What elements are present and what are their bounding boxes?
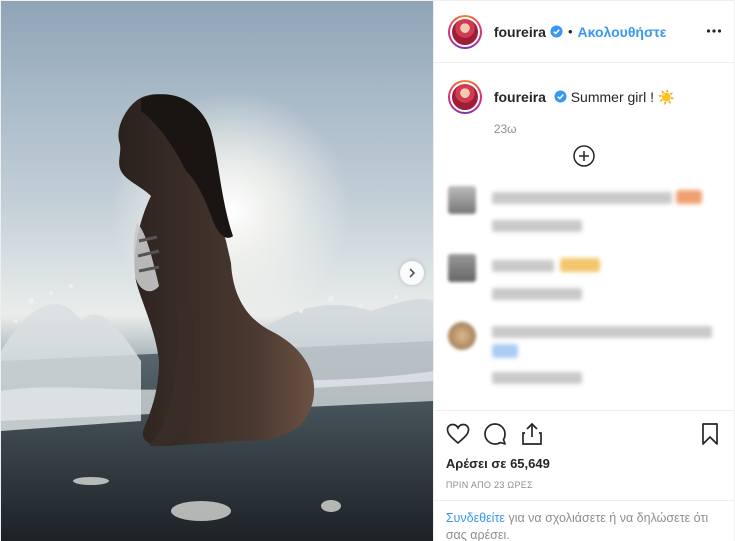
post-time-ago[interactable]: ΠΡΙΝ ΑΠΟ 23 ΩΡΕΣ bbox=[446, 480, 722, 490]
verified-badge-icon bbox=[550, 25, 563, 38]
comments-section: foureira Summer girl ! ☀️ 23ω bbox=[434, 64, 734, 410]
load-more-comments-button[interactable] bbox=[448, 144, 720, 168]
caption-row: foureira Summer girl ! ☀️ bbox=[447, 80, 720, 114]
verified-badge-icon bbox=[554, 90, 567, 103]
comment-icon[interactable] bbox=[483, 422, 507, 446]
likes-count[interactable]: Αρέσει σε 65,649 bbox=[446, 456, 722, 471]
actions-section: Αρέσει σε 65,649 ΠΡΙΝ ΑΠΟ 23 ΩΡΕΣ Συνδεθ… bbox=[433, 410, 734, 541]
load-more-plus-icon[interactable] bbox=[572, 144, 596, 168]
caption-username[interactable]: foureira bbox=[494, 89, 546, 105]
login-prompt: Συνδεθείτε για να σχολιάσετε ή να δηλώσε… bbox=[433, 500, 734, 541]
avatar[interactable] bbox=[447, 14, 482, 49]
login-link[interactable]: Συνδεθείτε bbox=[446, 511, 505, 525]
post-header: foureira • Ακολουθήστε bbox=[433, 1, 734, 63]
blurred-comment bbox=[447, 318, 720, 398]
post-photo[interactable] bbox=[1, 1, 433, 541]
next-photo-arrow-icon[interactable] bbox=[400, 261, 424, 285]
separator-dot: • bbox=[567, 24, 573, 39]
heart-icon[interactable] bbox=[446, 422, 470, 446]
caption-text: Summer girl ! ☀️ bbox=[570, 89, 676, 105]
caption: foureira Summer girl ! ☀️ bbox=[494, 80, 675, 106]
beach-photo-illustration bbox=[1, 91, 433, 541]
username-link[interactable]: foureira bbox=[494, 24, 546, 40]
caption-avatar[interactable] bbox=[447, 80, 482, 114]
share-icon[interactable] bbox=[520, 422, 544, 446]
blurred-comment bbox=[447, 182, 720, 250]
post-side-panel: foureira • Ακολουθήστε foureira Summer g… bbox=[432, 1, 734, 541]
more-options-icon[interactable] bbox=[706, 23, 722, 39]
caption-timestamp: 23ω bbox=[493, 122, 517, 136]
instagram-post: foureira • Ακολουθήστε foureira Summer g… bbox=[0, 0, 735, 541]
blurred-comment bbox=[447, 250, 720, 318]
follow-button[interactable]: Ακολουθήστε bbox=[578, 24, 667, 40]
action-icons bbox=[446, 411, 722, 457]
bookmark-icon[interactable] bbox=[698, 422, 722, 446]
